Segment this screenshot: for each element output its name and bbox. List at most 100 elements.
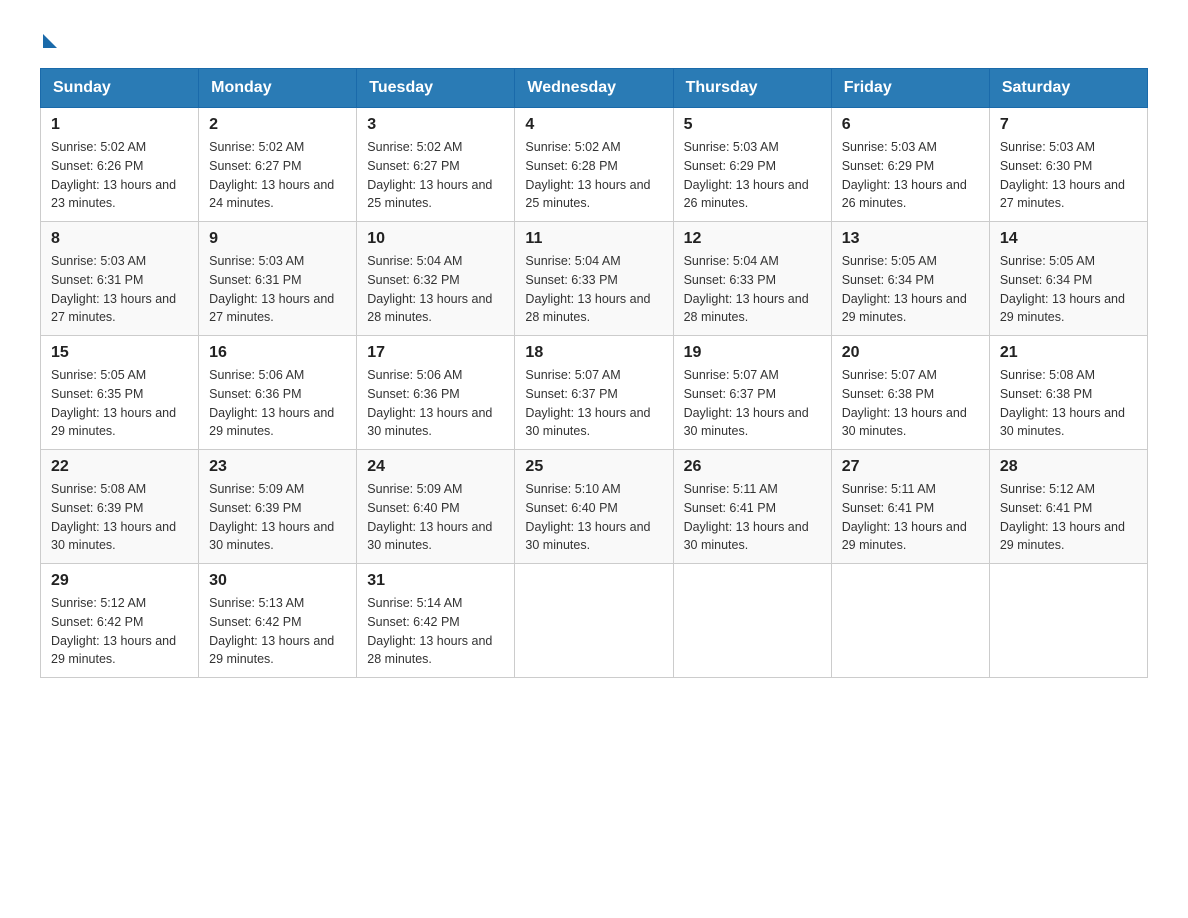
day-number: 6 xyxy=(842,116,979,134)
calendar-cell: 21 Sunrise: 5:08 AM Sunset: 6:38 PM Dayl… xyxy=(989,336,1147,450)
page-header xyxy=(40,30,1148,48)
calendar-week-row: 8 Sunrise: 5:03 AM Sunset: 6:31 PM Dayli… xyxy=(41,222,1148,336)
day-number: 12 xyxy=(684,230,821,248)
day-info: Sunrise: 5:03 AM Sunset: 6:30 PM Dayligh… xyxy=(1000,138,1137,213)
day-info: Sunrise: 5:05 AM Sunset: 6:35 PM Dayligh… xyxy=(51,366,188,441)
logo xyxy=(40,30,57,48)
calendar-week-row: 15 Sunrise: 5:05 AM Sunset: 6:35 PM Dayl… xyxy=(41,336,1148,450)
calendar-cell: 30 Sunrise: 5:13 AM Sunset: 6:42 PM Dayl… xyxy=(199,564,357,678)
day-number: 20 xyxy=(842,344,979,362)
calendar-cell: 22 Sunrise: 5:08 AM Sunset: 6:39 PM Dayl… xyxy=(41,450,199,564)
day-number: 2 xyxy=(209,116,346,134)
day-info: Sunrise: 5:08 AM Sunset: 6:38 PM Dayligh… xyxy=(1000,366,1137,441)
calendar-cell: 8 Sunrise: 5:03 AM Sunset: 6:31 PM Dayli… xyxy=(41,222,199,336)
calendar-cell xyxy=(673,564,831,678)
day-number: 14 xyxy=(1000,230,1137,248)
day-number: 22 xyxy=(51,458,188,476)
day-number: 10 xyxy=(367,230,504,248)
calendar-header-row: Sunday Monday Tuesday Wednesday Thursday… xyxy=(41,69,1148,108)
day-info: Sunrise: 5:04 AM Sunset: 6:32 PM Dayligh… xyxy=(367,252,504,327)
calendar-cell xyxy=(831,564,989,678)
day-info: Sunrise: 5:06 AM Sunset: 6:36 PM Dayligh… xyxy=(367,366,504,441)
day-number: 18 xyxy=(525,344,662,362)
day-info: Sunrise: 5:07 AM Sunset: 6:38 PM Dayligh… xyxy=(842,366,979,441)
calendar-cell: 31 Sunrise: 5:14 AM Sunset: 6:42 PM Dayl… xyxy=(357,564,515,678)
calendar-cell xyxy=(989,564,1147,678)
day-number: 9 xyxy=(209,230,346,248)
day-info: Sunrise: 5:05 AM Sunset: 6:34 PM Dayligh… xyxy=(842,252,979,327)
day-info: Sunrise: 5:10 AM Sunset: 6:40 PM Dayligh… xyxy=(525,480,662,555)
calendar-cell: 9 Sunrise: 5:03 AM Sunset: 6:31 PM Dayli… xyxy=(199,222,357,336)
calendar-table: Sunday Monday Tuesday Wednesday Thursday… xyxy=(40,68,1148,678)
day-info: Sunrise: 5:05 AM Sunset: 6:34 PM Dayligh… xyxy=(1000,252,1137,327)
day-info: Sunrise: 5:12 AM Sunset: 6:41 PM Dayligh… xyxy=(1000,480,1137,555)
calendar-cell: 26 Sunrise: 5:11 AM Sunset: 6:41 PM Dayl… xyxy=(673,450,831,564)
col-monday: Monday xyxy=(199,69,357,108)
day-number: 8 xyxy=(51,230,188,248)
calendar-cell: 4 Sunrise: 5:02 AM Sunset: 6:28 PM Dayli… xyxy=(515,108,673,222)
day-number: 11 xyxy=(525,230,662,248)
col-saturday: Saturday xyxy=(989,69,1147,108)
col-thursday: Thursday xyxy=(673,69,831,108)
day-info: Sunrise: 5:07 AM Sunset: 6:37 PM Dayligh… xyxy=(684,366,821,441)
calendar-week-row: 29 Sunrise: 5:12 AM Sunset: 6:42 PM Dayl… xyxy=(41,564,1148,678)
calendar-cell: 6 Sunrise: 5:03 AM Sunset: 6:29 PM Dayli… xyxy=(831,108,989,222)
day-info: Sunrise: 5:13 AM Sunset: 6:42 PM Dayligh… xyxy=(209,594,346,669)
day-number: 16 xyxy=(209,344,346,362)
day-number: 21 xyxy=(1000,344,1137,362)
day-number: 13 xyxy=(842,230,979,248)
logo-triangle-icon xyxy=(43,34,57,48)
calendar-week-row: 22 Sunrise: 5:08 AM Sunset: 6:39 PM Dayl… xyxy=(41,450,1148,564)
col-sunday: Sunday xyxy=(41,69,199,108)
day-info: Sunrise: 5:02 AM Sunset: 6:26 PM Dayligh… xyxy=(51,138,188,213)
day-info: Sunrise: 5:03 AM Sunset: 6:29 PM Dayligh… xyxy=(842,138,979,213)
day-info: Sunrise: 5:02 AM Sunset: 6:28 PM Dayligh… xyxy=(525,138,662,213)
day-number: 1 xyxy=(51,116,188,134)
day-info: Sunrise: 5:12 AM Sunset: 6:42 PM Dayligh… xyxy=(51,594,188,669)
day-info: Sunrise: 5:02 AM Sunset: 6:27 PM Dayligh… xyxy=(209,138,346,213)
day-info: Sunrise: 5:11 AM Sunset: 6:41 PM Dayligh… xyxy=(842,480,979,555)
calendar-cell: 28 Sunrise: 5:12 AM Sunset: 6:41 PM Dayl… xyxy=(989,450,1147,564)
day-info: Sunrise: 5:11 AM Sunset: 6:41 PM Dayligh… xyxy=(684,480,821,555)
calendar-cell: 15 Sunrise: 5:05 AM Sunset: 6:35 PM Dayl… xyxy=(41,336,199,450)
calendar-cell: 29 Sunrise: 5:12 AM Sunset: 6:42 PM Dayl… xyxy=(41,564,199,678)
calendar-cell: 18 Sunrise: 5:07 AM Sunset: 6:37 PM Dayl… xyxy=(515,336,673,450)
calendar-cell: 25 Sunrise: 5:10 AM Sunset: 6:40 PM Dayl… xyxy=(515,450,673,564)
day-info: Sunrise: 5:03 AM Sunset: 6:31 PM Dayligh… xyxy=(51,252,188,327)
day-info: Sunrise: 5:04 AM Sunset: 6:33 PM Dayligh… xyxy=(525,252,662,327)
day-number: 17 xyxy=(367,344,504,362)
day-number: 31 xyxy=(367,572,504,590)
calendar-cell: 13 Sunrise: 5:05 AM Sunset: 6:34 PM Dayl… xyxy=(831,222,989,336)
day-info: Sunrise: 5:09 AM Sunset: 6:40 PM Dayligh… xyxy=(367,480,504,555)
calendar-cell: 7 Sunrise: 5:03 AM Sunset: 6:30 PM Dayli… xyxy=(989,108,1147,222)
day-number: 15 xyxy=(51,344,188,362)
day-info: Sunrise: 5:06 AM Sunset: 6:36 PM Dayligh… xyxy=(209,366,346,441)
calendar-cell: 19 Sunrise: 5:07 AM Sunset: 6:37 PM Dayl… xyxy=(673,336,831,450)
day-info: Sunrise: 5:08 AM Sunset: 6:39 PM Dayligh… xyxy=(51,480,188,555)
calendar-cell: 24 Sunrise: 5:09 AM Sunset: 6:40 PM Dayl… xyxy=(357,450,515,564)
col-friday: Friday xyxy=(831,69,989,108)
calendar-week-row: 1 Sunrise: 5:02 AM Sunset: 6:26 PM Dayli… xyxy=(41,108,1148,222)
col-tuesday: Tuesday xyxy=(357,69,515,108)
day-number: 24 xyxy=(367,458,504,476)
calendar-cell: 2 Sunrise: 5:02 AM Sunset: 6:27 PM Dayli… xyxy=(199,108,357,222)
calendar-cell xyxy=(515,564,673,678)
day-number: 28 xyxy=(1000,458,1137,476)
day-number: 5 xyxy=(684,116,821,134)
calendar-cell: 10 Sunrise: 5:04 AM Sunset: 6:32 PM Dayl… xyxy=(357,222,515,336)
day-number: 7 xyxy=(1000,116,1137,134)
calendar-cell: 12 Sunrise: 5:04 AM Sunset: 6:33 PM Dayl… xyxy=(673,222,831,336)
day-number: 3 xyxy=(367,116,504,134)
calendar-cell: 23 Sunrise: 5:09 AM Sunset: 6:39 PM Dayl… xyxy=(199,450,357,564)
calendar-cell: 16 Sunrise: 5:06 AM Sunset: 6:36 PM Dayl… xyxy=(199,336,357,450)
day-info: Sunrise: 5:02 AM Sunset: 6:27 PM Dayligh… xyxy=(367,138,504,213)
calendar-cell: 17 Sunrise: 5:06 AM Sunset: 6:36 PM Dayl… xyxy=(357,336,515,450)
calendar-cell: 11 Sunrise: 5:04 AM Sunset: 6:33 PM Dayl… xyxy=(515,222,673,336)
calendar-cell: 5 Sunrise: 5:03 AM Sunset: 6:29 PM Dayli… xyxy=(673,108,831,222)
day-number: 27 xyxy=(842,458,979,476)
day-number: 30 xyxy=(209,572,346,590)
calendar-cell: 20 Sunrise: 5:07 AM Sunset: 6:38 PM Dayl… xyxy=(831,336,989,450)
day-info: Sunrise: 5:04 AM Sunset: 6:33 PM Dayligh… xyxy=(684,252,821,327)
calendar-cell: 27 Sunrise: 5:11 AM Sunset: 6:41 PM Dayl… xyxy=(831,450,989,564)
calendar-cell: 1 Sunrise: 5:02 AM Sunset: 6:26 PM Dayli… xyxy=(41,108,199,222)
